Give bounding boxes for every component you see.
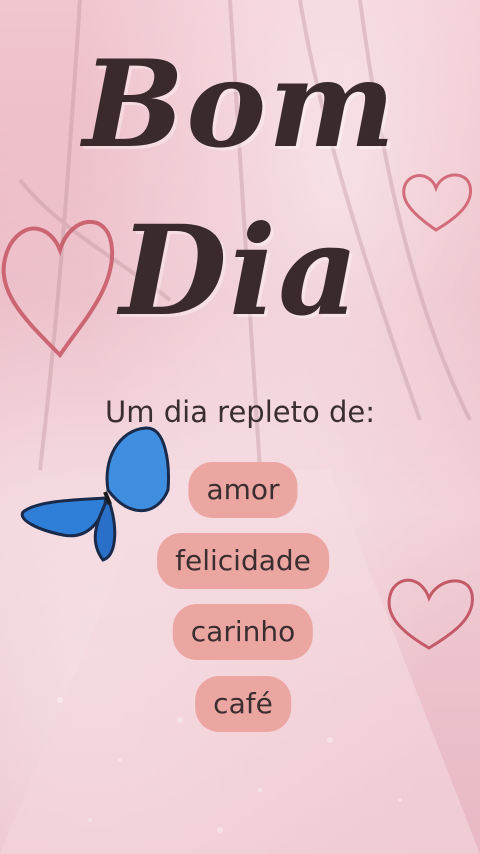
heart-icon (387, 578, 474, 650)
title-line-2: Dia (119, 199, 361, 344)
title-line-1: Bom (82, 34, 398, 175)
item-felicidade: felicidade (157, 533, 329, 589)
item-amor: amor (188, 462, 298, 518)
butterfly-icon (20, 426, 170, 562)
item-cafe: café (195, 676, 291, 732)
item-carinho: carinho (172, 604, 314, 660)
